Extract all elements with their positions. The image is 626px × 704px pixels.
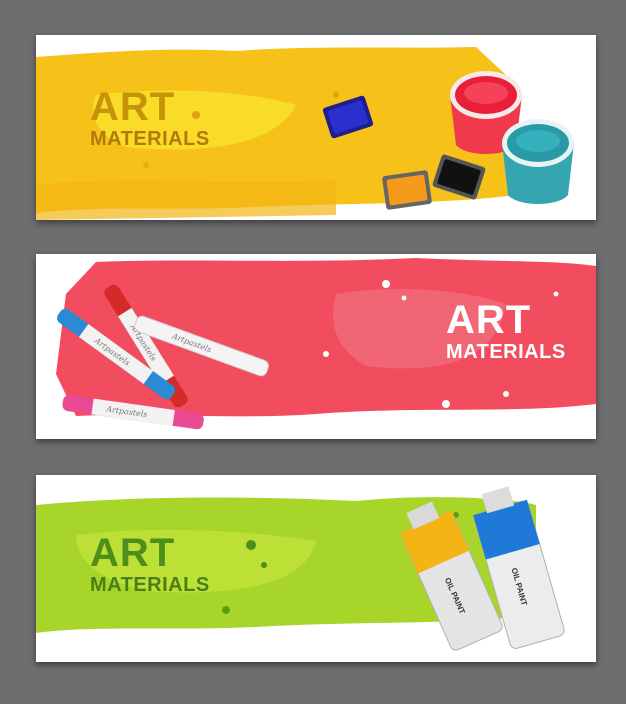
banner-green: ART MATERIALS OIL PAINT OIL PAINT [36, 475, 596, 662]
banner-yellow: ART MATERIALS [36, 35, 596, 220]
orange-paint-pan-icon [382, 170, 432, 210]
banner-red: ART MATERIALS Artpastels Artpastels Artp… [36, 254, 596, 439]
pastels-illustration: Artpastels Artpastels Artpastels Artpast… [57, 284, 269, 430]
blue-paint-pan-icon [322, 95, 374, 139]
watercolor-paints-illustration [322, 71, 574, 210]
black-paint-pan-icon [432, 154, 486, 200]
teal-paint-pot-icon [502, 119, 574, 204]
oil-paint-tubes-illustration: OIL PAINT OIL PAINT [400, 486, 565, 651]
